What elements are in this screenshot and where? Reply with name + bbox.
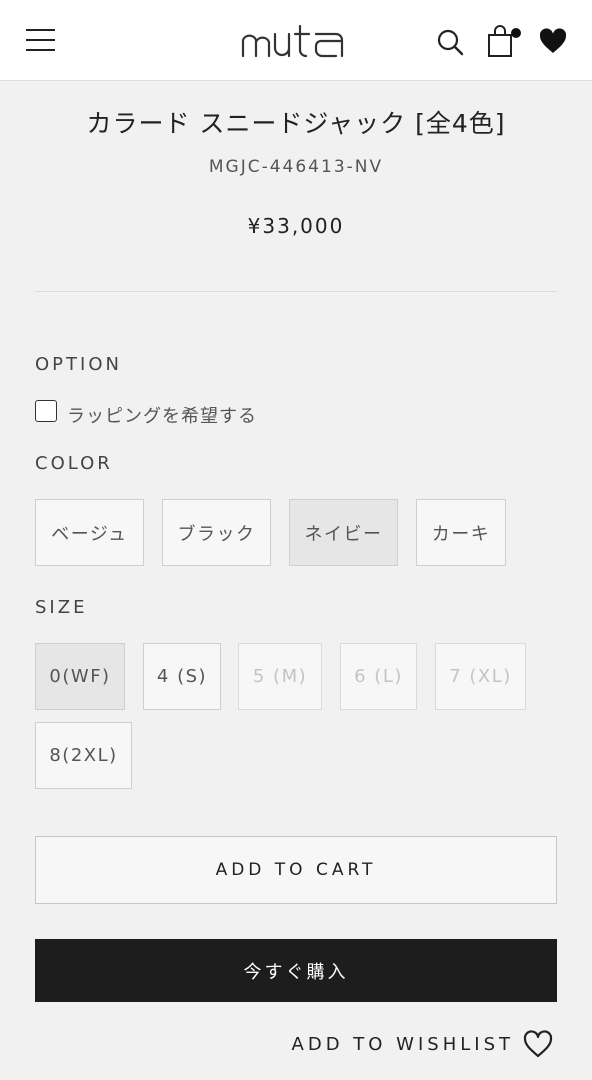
site-header [0, 0, 592, 81]
size-option-0-wf[interactable]: 0(WF) [35, 643, 125, 710]
color-option-navy[interactable]: ネイビー [289, 499, 398, 566]
add-to-wishlist-button[interactable]: ADD TO WISHLIST [292, 1027, 554, 1061]
color-label: COLOR [35, 453, 113, 474]
option-label: OPTION [35, 354, 122, 375]
size-option-4-s[interactable]: 4 (S) [143, 643, 221, 710]
wrapping-checkbox-label: ラッピングを希望する [67, 406, 257, 427]
size-option-6-l[interactable]: 6 (L) [340, 643, 417, 710]
size-option-5-m[interactable]: 5 (M) [238, 643, 322, 710]
color-option-black[interactable]: ブラック [162, 499, 271, 566]
add-to-wishlist-label: ADD TO WISHLIST [291, 1033, 514, 1055]
divider [35, 291, 557, 292]
color-option-khaki[interactable]: カーキ [416, 499, 506, 566]
size-option-7-xl[interactable]: 7 (XL) [435, 643, 526, 710]
product-title: カラード スニードジャック [全4色] [86, 109, 506, 138]
product-price: ¥33,000 [247, 214, 345, 238]
muta-logo[interactable] [240, 22, 352, 60]
search-icon[interactable] [436, 28, 464, 56]
buy-now-button[interactable]: 今すぐ購入 [35, 939, 557, 1002]
hamburger-menu-icon[interactable] [26, 29, 56, 51]
size-label: SIZE [35, 597, 88, 618]
heart-icon[interactable] [538, 27, 568, 55]
product-sku: MGJC-446413-NV [208, 157, 384, 177]
shopping-bag-icon[interactable] [486, 24, 522, 58]
color-option-beige[interactable]: ベージュ [35, 499, 144, 566]
wrapping-checkbox[interactable] [35, 400, 57, 422]
heart-outline-icon [523, 1030, 553, 1058]
add-to-cart-button[interactable]: ADD TO CART [35, 836, 557, 904]
size-option-8-2xl[interactable]: 8(2XL) [35, 722, 132, 789]
